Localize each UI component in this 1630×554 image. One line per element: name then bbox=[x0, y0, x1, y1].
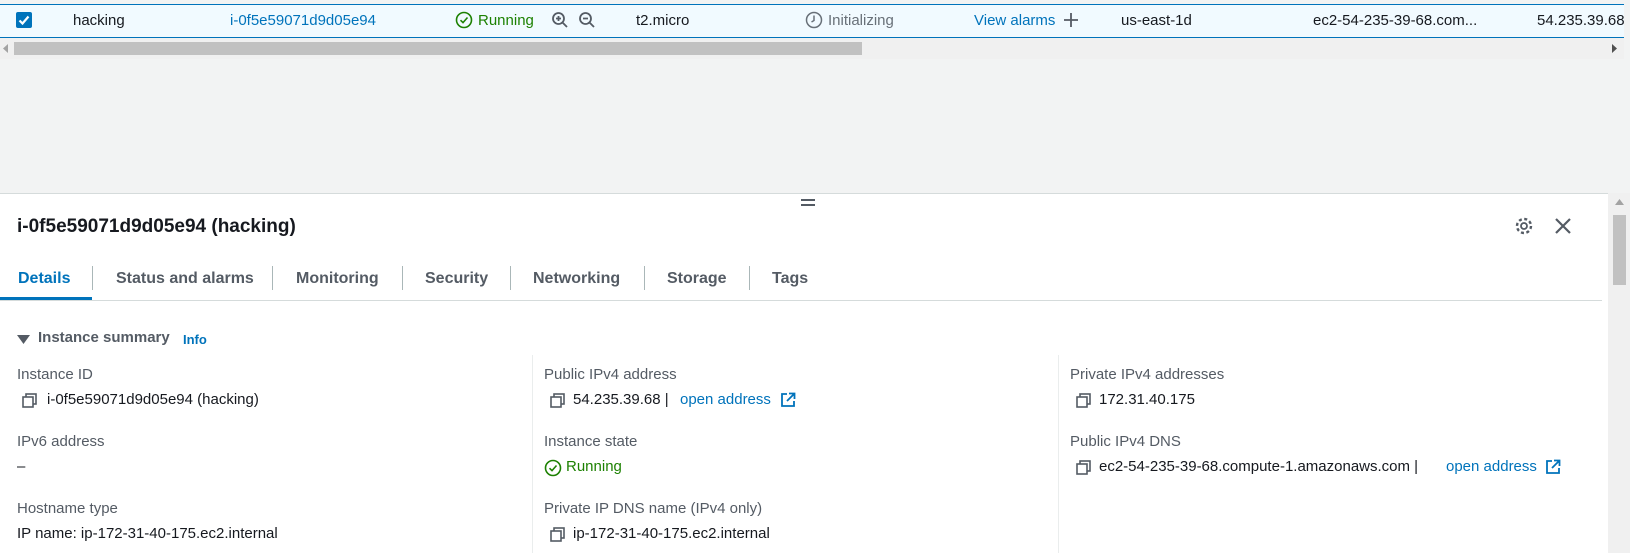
scroll-left-icon[interactable] bbox=[2, 44, 10, 53]
column-divider bbox=[532, 355, 533, 553]
tab-divider bbox=[92, 266, 93, 290]
tab-divider bbox=[644, 266, 645, 290]
column-divider bbox=[1058, 355, 1059, 553]
instance-state: Running bbox=[478, 12, 534, 29]
instance-id-value: i-0f5e59071d9d05e94 (hacking) bbox=[47, 391, 259, 408]
tab-security[interactable]: Security bbox=[425, 270, 488, 288]
tab-divider bbox=[402, 266, 403, 290]
details-panel: i-0f5e59071d9d05e94 (hacking) bbox=[0, 193, 1630, 554]
horizontal-scroll-thumb[interactable] bbox=[14, 42, 862, 55]
public-dns: ec2-54-235-39-68.com... bbox=[1313, 12, 1478, 29]
public-dns-label: Public IPv4 DNS bbox=[1070, 433, 1181, 450]
details-tabs: Details Status and alarms Monitoring Sec… bbox=[0, 262, 1602, 301]
open-address-link[interactable]: open address bbox=[680, 391, 771, 408]
view-alarms-link[interactable]: View alarms bbox=[974, 12, 1055, 29]
instance-id-label: Instance ID bbox=[17, 366, 93, 383]
hostname-type-value: IP name: ip-172-31-40-175.ec2.internal bbox=[17, 525, 278, 542]
copy-icon[interactable] bbox=[550, 527, 565, 542]
tab-networking[interactable]: Networking bbox=[533, 270, 620, 288]
info-link[interactable]: Info bbox=[183, 332, 207, 347]
instance-table-row[interactable]: hacking i-0f5e59071d9d05e94 Running t2.m… bbox=[0, 4, 1624, 38]
open-address-link[interactable]: open address bbox=[1446, 458, 1537, 475]
public-ip: 54.235.39.68 bbox=[1537, 12, 1624, 29]
private-ipv4-label: Private IPv4 addresses bbox=[1070, 366, 1225, 383]
private-dns-value: ip-172-31-40-175.ec2.internal bbox=[573, 525, 770, 542]
horizontal-scrollbar[interactable] bbox=[0, 38, 1624, 59]
public-ipv4-value: 54.235.39.68 | bbox=[573, 391, 669, 408]
zoom-in-icon[interactable] bbox=[551, 11, 569, 29]
running-check-icon bbox=[455, 11, 473, 29]
copy-icon[interactable] bbox=[22, 393, 37, 408]
row-checkbox[interactable] bbox=[16, 12, 32, 28]
public-dns-value: ec2-54-235-39-68.compute-1.amazonaws.com… bbox=[1099, 458, 1419, 475]
collapse-triangle-icon[interactable] bbox=[17, 334, 30, 345]
ipv6-label: IPv6 address bbox=[17, 433, 105, 450]
copy-icon[interactable] bbox=[1076, 460, 1091, 475]
private-ipv4-value: 172.31.40.175 bbox=[1099, 391, 1195, 408]
active-tab-underline bbox=[0, 297, 92, 300]
tab-divider bbox=[510, 266, 511, 290]
resize-handle-icon[interactable] bbox=[800, 198, 816, 207]
tab-monitoring[interactable]: Monitoring bbox=[296, 270, 379, 288]
availability-zone: us-east-1d bbox=[1121, 12, 1192, 29]
section-title[interactable]: Instance summary bbox=[38, 329, 170, 346]
checkmark-icon bbox=[18, 15, 30, 26]
status-check: Initializing bbox=[828, 12, 894, 29]
tab-divider bbox=[749, 266, 750, 290]
ipv6-value: – bbox=[17, 458, 26, 475]
tab-status-and-alarms[interactable]: Status and alarms bbox=[116, 270, 254, 288]
public-ipv4-label: Public IPv4 address bbox=[544, 366, 677, 383]
running-check-icon bbox=[544, 459, 562, 477]
panel-title: i-0f5e59071d9d05e94 (hacking) bbox=[17, 216, 296, 237]
external-link-icon[interactable] bbox=[1545, 459, 1561, 475]
add-alarm-icon[interactable] bbox=[1062, 11, 1080, 29]
clock-icon bbox=[805, 11, 823, 29]
instance-name: hacking bbox=[73, 12, 125, 29]
table-empty-area bbox=[0, 59, 1630, 193]
instance-state-value: Running bbox=[566, 458, 622, 475]
scroll-right-icon[interactable] bbox=[1610, 44, 1618, 53]
zoom-out-icon[interactable] bbox=[578, 11, 596, 29]
tab-storage[interactable]: Storage bbox=[667, 270, 727, 288]
tab-tags[interactable]: Tags bbox=[772, 270, 808, 288]
settings-gear-icon[interactable] bbox=[1514, 216, 1534, 236]
hostname-type-label: Hostname type bbox=[17, 500, 118, 517]
vertical-scrollbar[interactable] bbox=[1608, 193, 1630, 553]
tab-divider bbox=[272, 266, 273, 290]
close-icon[interactable] bbox=[1553, 216, 1573, 236]
instance-id-link[interactable]: i-0f5e59071d9d05e94 bbox=[230, 12, 376, 29]
scroll-up-icon[interactable] bbox=[1615, 199, 1624, 205]
copy-icon[interactable] bbox=[550, 393, 565, 408]
instance-state-label: Instance state bbox=[544, 433, 638, 450]
private-dns-label: Private IP DNS name (IPv4 only) bbox=[544, 500, 763, 517]
tab-details[interactable]: Details bbox=[18, 270, 70, 288]
vertical-scroll-thumb[interactable] bbox=[1613, 215, 1626, 285]
instance-type: t2.micro bbox=[636, 12, 690, 29]
external-link-icon[interactable] bbox=[780, 392, 796, 408]
copy-icon[interactable] bbox=[1076, 393, 1091, 408]
